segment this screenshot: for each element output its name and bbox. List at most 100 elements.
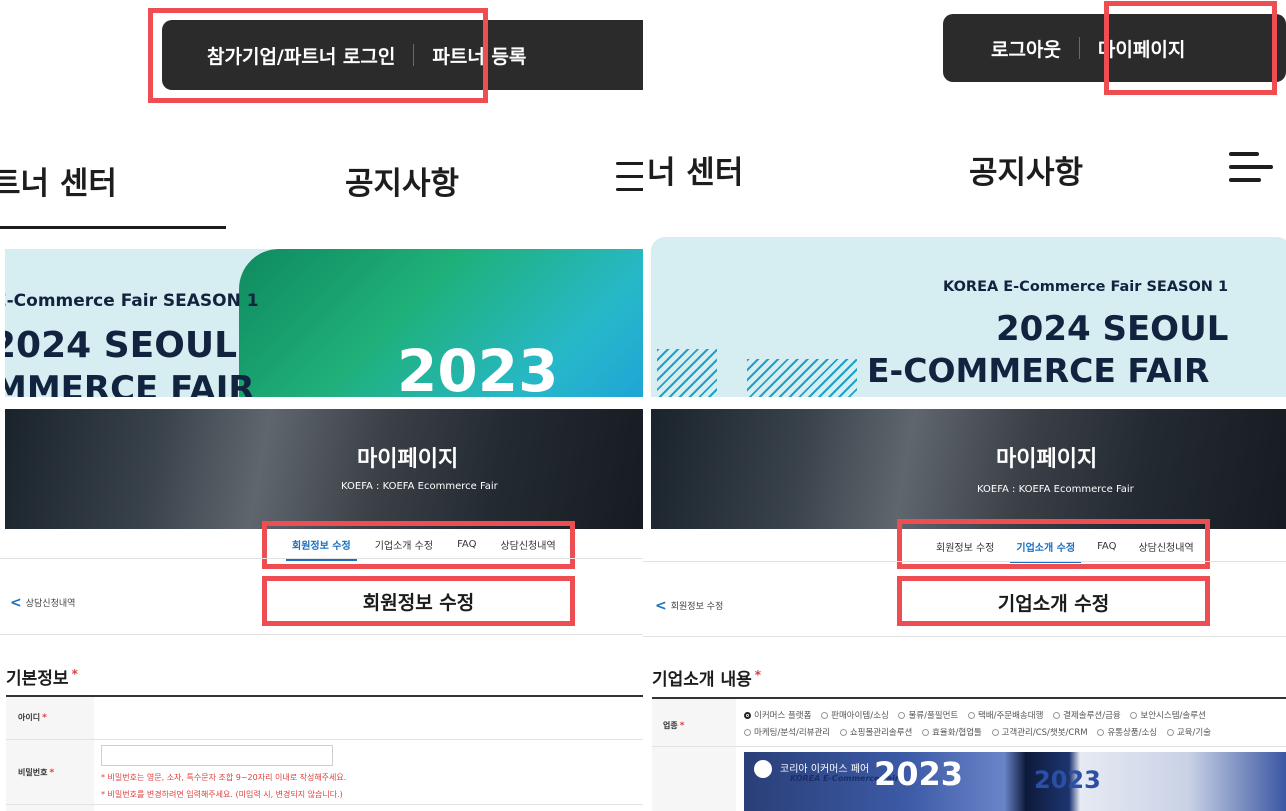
form-row-divider [652,746,1286,747]
industry-option[interactable]: 교육/기술 [1166,728,1211,738]
password-hint-change: * 비밀번호를 변경하려면 입력해주세요. (미입력 시, 변경되지 않습니다.… [101,790,343,799]
section-title: 기업소개 내용 * [652,668,762,690]
left-screenshot-panel: 참가기업/파트너 로그인 파트너 등록 트너 센터 공지사항 E-Commerc… [0,0,643,811]
nav-notice[interactable]: 공지사항 [345,158,459,203]
topbar-divider [1078,37,1080,59]
tab-company-intro[interactable]: 기업소개 수정 [375,537,433,552]
tab-consult-history[interactable]: 상담신청내역 [1138,539,1193,554]
banner-year-text: 2023 [397,337,559,397]
preview-year-text: 2023 [874,755,964,793]
section-title: 기본정보 * [6,667,78,689]
section-top-rule [6,695,643,697]
id-label: 아이디 * [18,713,47,723]
banner-seoul-text: 2024 SEOUL [996,309,1229,349]
preview-caption-ko: 코리아 이커머스 페어 [780,764,870,775]
mypage-tabs: 회원정보 수정 기업소개 수정 FAQ 상담신청내역 [936,538,1194,563]
industry-option[interactable]: 고객관리/CS/챗봇/CRM [991,728,1088,738]
event-banner[interactable]: KOREA E-Commerce Fair SEASON 1 2024 SEOU… [651,237,1286,397]
industry-option[interactable]: 보안시스템/솔루션 [1130,711,1206,721]
menu-icon[interactable] [616,162,643,192]
back-link[interactable]: < 상담신청내역 [10,595,75,611]
tabs-divider [0,558,643,559]
nav-active-underline [0,226,226,229]
back-link-label: 회원정보 수정 [670,602,724,612]
partner-register-button[interactable]: 파트너 등록 [432,42,526,69]
company-image-preview[interactable]: 코리아 이커머스 페어 KOREA E-Commerce Fair 2023 2… [744,752,1286,811]
banner-seoul-text: 2024 SEOUL [5,325,238,366]
required-mark: * [71,667,78,681]
radio-icon [1053,712,1061,719]
mypage-tabs: 회원정보 수정 기업소개 수정 FAQ 상담신청내역 [286,536,556,561]
radio-icon [744,712,751,719]
nav-partner-center[interactable]: 너 센터 [647,147,743,192]
password-hint-format: * 비밀번호는 영문, 소자, 특수문자 조합 9~20자리 이내로 작성해주세… [101,773,347,782]
mypage-hero: 마이페이지 KOEFA : KOEFA Ecommerce Fair [5,409,643,529]
banner-fair-text: E-COMMERCE FAIR [867,351,1210,390]
industry-option[interactable]: 판매아이템/소싱 [821,711,889,721]
radio-icon [922,729,930,736]
hero-subtitle: KOEFA : KOEFA Ecommerce Fair [977,484,1134,495]
password-input[interactable] [101,745,333,766]
tab-faq[interactable]: FAQ [1097,541,1116,552]
section-top-rule [652,697,1286,699]
chevron-left-icon: < [10,595,22,611]
radio-icon [744,729,751,736]
radio-icon [1097,729,1105,736]
radio-icon [821,712,829,719]
password-label: 비밀번호 * [18,768,55,778]
industry-options-row1: 이커머스 플랫폼 판매아이템/소싱 물류/풀필먼트 택배/주문배송대행 결제솔루… [744,709,1213,721]
title-divider [643,636,1286,637]
banner-fair-text: MMERCE FAIR [5,369,255,397]
industry-label: 업종 * [663,721,685,731]
topbar-divider [413,44,415,66]
back-link[interactable]: < 회원정보 수정 [655,598,723,614]
partner-login-button[interactable]: 참가기업/파트너 로그인 [207,42,395,69]
event-banner[interactable]: E-Commerce Fair SEASON 1 2024 SEOUL MMER… [5,249,643,397]
right-screenshot-panel: 로그아웃 마이페이지 너 센터 공지사항 KOREA E-Commerce Fa… [643,0,1286,811]
preview-logo-icon [754,760,772,778]
tab-member-info[interactable]: 회원정보 수정 [936,539,994,554]
industry-option[interactable]: 쇼핑몰관리솔루션 [839,728,912,738]
title-divider [0,634,643,635]
radio-icon [1166,729,1174,736]
industry-option[interactable]: 물류/풀필먼트 [898,711,958,721]
nav-partner-center[interactable]: 트너 센터 [0,158,117,203]
required-mark: * [754,668,762,682]
radio-icon [898,712,906,719]
form-bottom-divider [6,804,643,805]
banner-season-text: E-Commerce Fair SEASON 1 [5,291,259,311]
page-title: 기업소개 수정 [997,593,1110,615]
hero-subtitle: KOEFA : KOEFA Ecommerce Fair [341,481,498,492]
back-link-label: 상담신청내역 [25,599,76,609]
mypage-hero: 마이페이지 KOEFA : KOEFA Ecommerce Fair [651,409,1286,529]
industry-option[interactable]: 이커머스 플랫폼 [744,711,811,721]
tab-company-intro[interactable]: 기업소개 수정 [1010,539,1081,563]
tab-consult-history[interactable]: 상담신청내역 [500,537,555,552]
top-auth-bar: 로그아웃 마이페이지 [943,14,1286,82]
tab-member-info[interactable]: 회원정보 수정 [286,537,357,561]
radio-icon [967,712,975,719]
logout-button[interactable]: 로그아웃 [991,35,1061,62]
top-auth-bar: 참가기업/파트너 로그인 파트너 등록 [162,20,643,90]
industry-option[interactable]: 택배/주문배송대행 [967,711,1043,721]
mypage-button[interactable]: 마이페이지 [1098,35,1185,62]
industry-option[interactable]: 효율화/협업툴 [922,728,982,738]
radio-icon [1130,712,1138,719]
form-row-divider [6,739,643,740]
tab-faq[interactable]: FAQ [457,539,476,550]
form-label-column [652,699,736,811]
chevron-left-icon: < [655,598,667,614]
nav-notice[interactable]: 공지사항 [969,147,1083,192]
banner-stripes-mid [747,359,857,397]
banner-stripes-left [657,349,717,397]
radio-icon [839,729,847,736]
menu-icon[interactable] [1229,152,1273,184]
industry-option[interactable]: 유통상품/소싱 [1097,728,1157,738]
radio-icon [991,729,999,736]
preview-year-text-2: 2023 [1034,766,1101,794]
industry-option[interactable]: 결제솔루션/금융 [1053,711,1121,721]
page-title: 회원정보 수정 [362,592,475,614]
tabs-divider [643,561,1286,562]
hero-title: 마이페이지 [357,447,459,472]
industry-option[interactable]: 마케팅/분석/리뷰관리 [744,728,830,738]
